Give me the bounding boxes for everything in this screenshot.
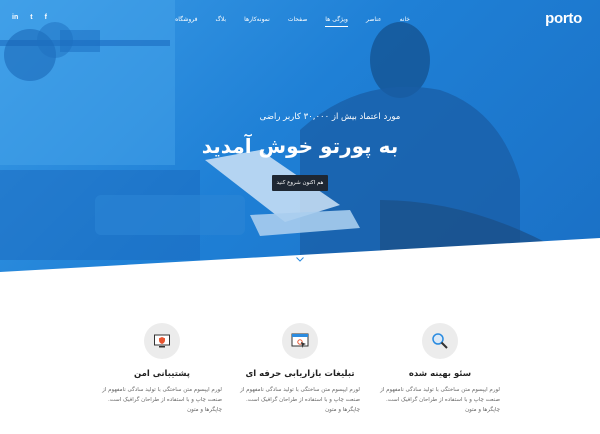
main-menu: خانه عناصر ویژگی ها صفحات نمونه‌کارها بل… [175,16,410,27]
feature-text: لورم ایپسوم متن ساختگی با تولید سادگی نا… [102,387,222,413]
feature-text: لورم ایپسوم متن ساختگی با تولید سادگی نا… [380,387,500,413]
porto-logo[interactable]: porto [545,10,582,27]
feature-icon-circle [422,323,458,359]
feature-marketing: تبلیغات بازاریابی حرفه ای لورم ایپسوم مت… [230,323,370,415]
feature-title: سئو بهینه شده [408,369,472,379]
twitter-icon[interactable]: t [30,14,32,21]
nav-item-home[interactable]: خانه [400,16,410,23]
nav-item-features[interactable]: ویژگی ها [325,16,348,27]
feature-text: لورم ایپسوم متن ساختگی با تولید سادگی نا… [240,387,360,413]
nav-item-blog[interactable]: بلاگ [215,16,226,23]
hero-title: به پورتو خوش آمدید [201,134,399,158]
feature-security: پشتیبانی امن لورم ایپسوم متن ساختگی با ت… [92,323,232,415]
magnifier-icon [432,333,448,349]
feature-title: تبلیغات بازاریابی حرفه ای [245,369,355,379]
top-navigation-bar: porto خانه عناصر ویژگی ها صفحات نمونه‌کا… [0,0,600,40]
hero-section: porto خانه عناصر ویژگی ها صفحات نمونه‌کا… [0,0,600,300]
nav-item-pages[interactable]: صفحات [288,16,307,23]
feature-title: پشتیبانی امن [133,369,191,379]
nav-item-portfolio[interactable]: نمونه‌کارها [244,16,270,23]
feature-seo: سئو بهینه شده لورم ایپسوم متن ساختگی با … [370,323,510,415]
social-links: in t f [12,14,47,21]
linkedin-icon[interactable]: in [12,14,18,21]
get-started-button[interactable]: هم اکنون شروع کنید [272,175,328,191]
chevron-down-icon[interactable] [296,257,304,262]
facebook-icon[interactable]: f [45,14,47,21]
hero-subtitle: مورد اعتماد بیش از ۳۰,۰۰۰ کاربر راضی [259,112,401,122]
features-section: سئو بهینه شده لورم ایپسوم متن ساختگی با … [0,300,600,434]
secure-screen-icon [154,334,170,348]
nav-item-elements[interactable]: عناصر [366,16,382,23]
nav-item-shop[interactable]: فروشگاه [175,16,197,23]
feature-icon-circle [282,323,318,359]
feature-icon-circle [144,323,180,359]
browser-cursor-icon [291,333,309,348]
